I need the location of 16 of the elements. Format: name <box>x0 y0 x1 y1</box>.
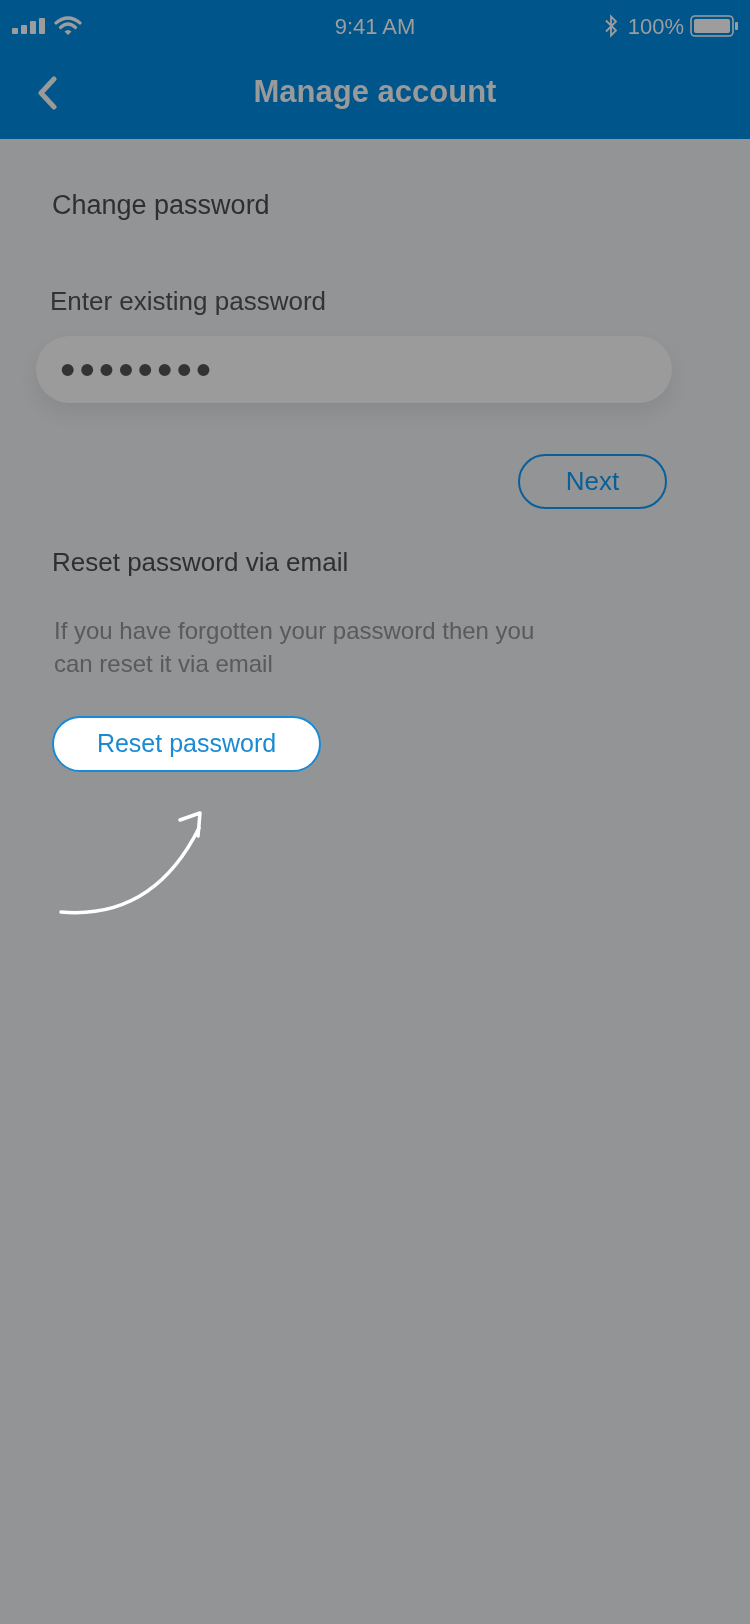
reset-password-button[interactable]: Reset password <box>52 716 321 772</box>
screen-title: Manage account <box>253 73 497 112</box>
back-button[interactable] <box>36 75 60 110</box>
status-time: 9:41 AM <box>334 12 416 41</box>
chevron-left-icon <box>36 75 58 110</box>
field-label: Enter existing password <box>50 285 327 318</box>
section-title: Change password <box>52 189 270 222</box>
wifi-icon <box>54 16 82 36</box>
battery-percentage: 100% <box>627 12 684 41</box>
section-title: Reset password via email <box>52 546 349 579</box>
bluetooth-icon <box>603 14 618 38</box>
password-field[interactable]: •••••••• <box>36 336 672 403</box>
reset-description: If you have forgotten your password then you can reset it via email <box>54 616 536 679</box>
battery-icon <box>690 15 738 37</box>
next-button[interactable]: Next <box>518 454 667 509</box>
signal-icon <box>12 18 46 34</box>
